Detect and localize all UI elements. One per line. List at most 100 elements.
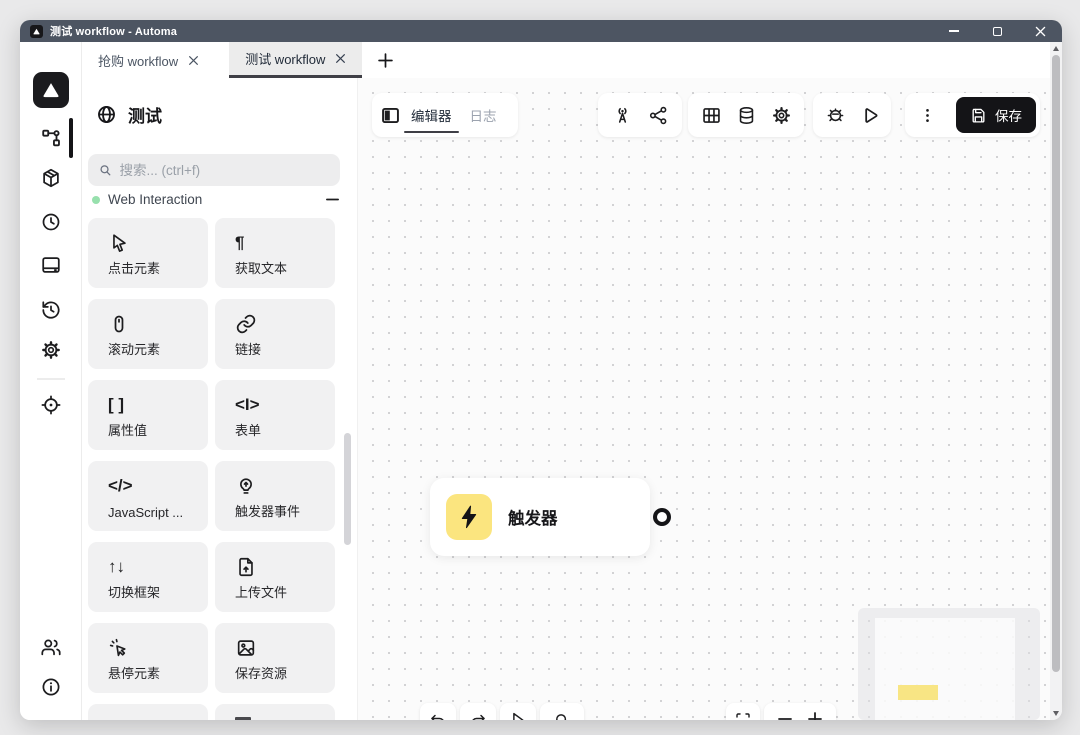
zoom-controls[interactable] xyxy=(764,703,836,720)
minimize-button[interactable] xyxy=(948,25,960,37)
sidebar-item-workflows[interactable] xyxy=(40,127,62,149)
block-card-click-element[interactable]: 点击元素 xyxy=(88,218,208,288)
bulb-arrow-icon xyxy=(240,478,252,494)
tab-label: 抢购 workflow xyxy=(98,53,179,69)
undo-button[interactable] xyxy=(420,703,456,720)
tab-logs[interactable]: 日志 xyxy=(461,93,506,137)
block-card-javascript[interactable]: </> JavaScript ... xyxy=(88,461,208,531)
minimap[interactable] xyxy=(858,608,1040,720)
save-button[interactable]: 保存 xyxy=(956,97,1036,133)
titlebar[interactable]: 测试 workflow - Automa xyxy=(20,20,1062,42)
target-icon xyxy=(41,395,61,415)
pilcrow-icon: ¶ xyxy=(235,233,245,252)
workflow-name: 测试 xyxy=(128,107,162,126)
zoom-in-icon xyxy=(808,712,822,720)
redo-button[interactable] xyxy=(460,703,496,720)
close-button[interactable] xyxy=(1034,25,1046,37)
file-upload-icon xyxy=(239,557,253,577)
workflow-icon xyxy=(42,129,60,147)
block-card-get-text[interactable]: ¶ 获取文本 xyxy=(215,218,335,288)
sidebar-item-settings[interactable] xyxy=(40,339,62,361)
lightning-icon xyxy=(461,505,477,529)
link-icon xyxy=(236,314,256,334)
trigger-node-icon-bg xyxy=(446,494,492,540)
scroll-up-arrow[interactable] xyxy=(1052,46,1059,51)
window-title: 测试 workflow - Automa xyxy=(50,26,178,38)
storage-icon xyxy=(42,257,60,273)
collapse-category-button[interactable] xyxy=(325,192,340,207)
tab-editor[interactable]: 编辑器 xyxy=(402,93,461,137)
share-icon xyxy=(649,106,666,124)
block-card-hover-element[interactable]: 悬停元素 xyxy=(88,623,208,693)
block-card-scroll-element[interactable]: 滚动元素 xyxy=(88,299,208,369)
save-group: 保存 xyxy=(905,93,1040,137)
image-icon xyxy=(237,640,255,656)
workflow-tab-bar: 抢购 workflow 测试 workflow xyxy=(82,42,1050,78)
play-icon xyxy=(864,107,877,123)
save-icon xyxy=(972,108,985,123)
storage-button[interactable] xyxy=(734,103,758,127)
tab-qianggou-workflow[interactable]: 抢购 workflow xyxy=(82,42,215,78)
mouse-pointer-icon xyxy=(113,234,126,252)
panel-scrollbar-thumb[interactable] xyxy=(344,433,351,545)
share-workflow-button[interactable] xyxy=(646,103,670,127)
sidebar-item-logs-history[interactable] xyxy=(40,299,62,321)
table-button[interactable] xyxy=(699,103,723,127)
block-card-forms[interactable]: <I> 表单 xyxy=(215,380,335,450)
automa-logo[interactable] xyxy=(33,72,69,108)
minimap-viewport xyxy=(875,618,1015,720)
table-icon xyxy=(702,107,720,123)
workflow-settings-button[interactable] xyxy=(769,103,793,127)
block-card-switch-frame[interactable]: ↑↓ 切换框架 xyxy=(88,542,208,612)
search-icon xyxy=(100,165,111,176)
tab-close-icon[interactable] xyxy=(188,55,199,66)
sidebar-item-packages[interactable] xyxy=(40,167,62,189)
brackets-icon: [ ] xyxy=(108,395,125,414)
window-scrollbar[interactable] xyxy=(1050,42,1062,720)
block-card-trigger-event[interactable]: 触发器事件 xyxy=(215,461,335,531)
sidebar-item-schedule[interactable] xyxy=(40,211,62,233)
workflow-canvas[interactable]: 编辑器 日志 保存 触发器 xyxy=(358,78,1050,720)
toggle-sidebar-button[interactable] xyxy=(378,103,402,127)
block-card-save-assets[interactable]: 保存资源 xyxy=(215,623,335,693)
block-card-upload-file[interactable]: 上传文件 xyxy=(215,542,335,612)
sidebar-item-storage[interactable] xyxy=(40,254,62,276)
search-input[interactable] xyxy=(119,162,330,178)
gear-icon xyxy=(42,341,60,359)
plus-icon xyxy=(378,52,393,68)
code-icon: </> xyxy=(108,476,133,495)
node-output-handle[interactable] xyxy=(653,508,671,526)
trigger-node[interactable]: 触发器 xyxy=(430,478,650,556)
tab-close-icon[interactable] xyxy=(335,53,346,64)
select-tool-button[interactable] xyxy=(500,703,536,720)
info-icon xyxy=(42,678,60,696)
scrollbar-thumb[interactable] xyxy=(1052,55,1060,672)
minimap-trigger-node xyxy=(898,685,938,700)
debug-button[interactable] xyxy=(823,103,847,127)
sidebar-item-element-selector[interactable] xyxy=(40,394,62,416)
run-workflow-button[interactable] xyxy=(857,103,881,127)
sidebar-item-community[interactable] xyxy=(40,636,62,658)
hover-cursor-icon xyxy=(109,638,126,657)
search-box[interactable] xyxy=(88,154,340,186)
listen-trigger-button[interactable] xyxy=(610,103,634,127)
users-icon xyxy=(41,639,61,656)
new-tab-button[interactable] xyxy=(368,42,402,78)
block-card-partial[interactable] xyxy=(215,704,335,720)
app-window: 测试 workflow - Automa 抢购 workflow 测试 work… xyxy=(20,20,1062,720)
sidebar-item-about[interactable] xyxy=(40,676,62,698)
tab-ceshi-workflow[interactable]: 测试 workflow xyxy=(229,42,363,78)
bug-icon xyxy=(827,107,843,121)
fit-view-icon xyxy=(736,713,750,718)
block-card-partial[interactable] xyxy=(88,704,208,720)
block-card-attribute-value[interactable]: [ ] 属性值 xyxy=(88,380,208,450)
history-icon xyxy=(42,301,60,319)
more-options-button[interactable] xyxy=(915,103,939,127)
scroll-down-arrow[interactable] xyxy=(1052,711,1059,716)
block-card-link[interactable]: 链接 xyxy=(215,299,335,369)
maximize-button[interactable] xyxy=(991,25,1003,37)
trigger-node-label: 触发器 xyxy=(508,510,558,528)
search-canvas-button[interactable] xyxy=(540,703,584,720)
fit-view-button[interactable] xyxy=(726,703,760,720)
gear-icon xyxy=(772,106,790,124)
